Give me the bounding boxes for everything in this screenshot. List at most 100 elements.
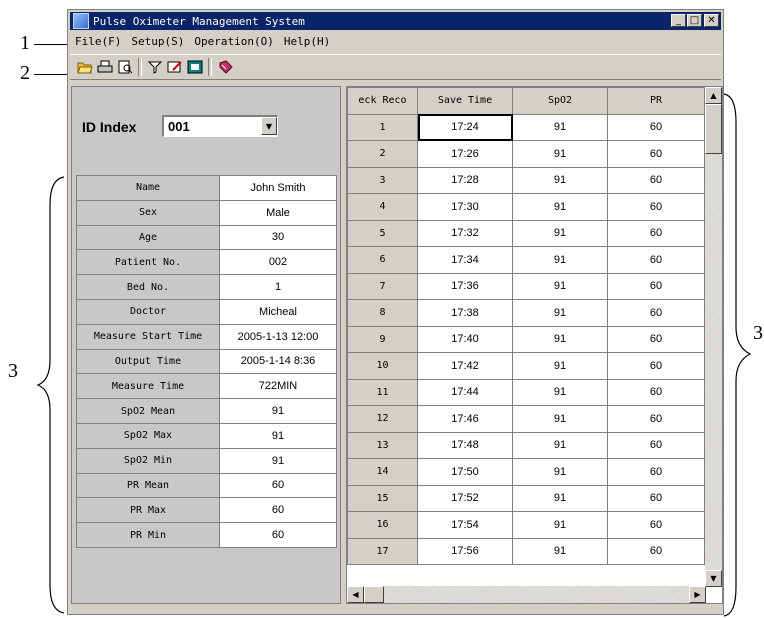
- spo2-cell[interactable]: 91: [512, 193, 608, 221]
- chevron-down-icon[interactable]: ▼: [261, 117, 277, 135]
- pr-cell[interactable]: 60: [607, 140, 705, 168]
- id-index-select[interactable]: 001 ▼: [162, 115, 278, 137]
- menu-file[interactable]: File(F): [70, 35, 126, 48]
- spo2-cell[interactable]: 91: [512, 458, 608, 486]
- save-time-cell[interactable]: 17:38: [417, 299, 513, 327]
- save-time-cell[interactable]: 17:52: [417, 484, 513, 512]
- pr-cell[interactable]: 60: [607, 166, 705, 194]
- row-number[interactable]: 15: [347, 484, 418, 512]
- spo2-cell[interactable]: 91: [512, 219, 608, 247]
- scroll-thumb[interactable]: [705, 104, 722, 154]
- spo2-cell[interactable]: 91: [512, 537, 608, 565]
- table-row[interactable]: 6 17:34 91 60: [347, 246, 705, 274]
- table-row[interactable]: 17 17:56 91 60: [347, 537, 705, 565]
- book-icon[interactable]: [216, 58, 234, 76]
- pr-cell[interactable]: 60: [607, 325, 705, 353]
- close-button[interactable]: ✕: [704, 14, 719, 27]
- pr-cell[interactable]: 60: [607, 537, 705, 565]
- table-row[interactable]: 14 17:50 91 60: [347, 458, 705, 486]
- maximize-button[interactable]: □: [687, 14, 702, 27]
- pr-cell[interactable]: 60: [607, 405, 705, 433]
- table-row[interactable]: 1 17:24 91 60: [347, 113, 705, 141]
- table-row[interactable]: 8 17:38 91 60: [347, 299, 705, 327]
- row-number[interactable]: 8: [347, 299, 418, 327]
- pr-cell[interactable]: 60: [607, 484, 705, 512]
- table-row[interactable]: 3 17:28 91 60: [347, 166, 705, 194]
- pr-cell[interactable]: 60: [607, 378, 705, 406]
- pr-cell[interactable]: 60: [607, 193, 705, 221]
- scroll-up-icon[interactable]: ▲: [705, 87, 722, 104]
- spo2-cell[interactable]: 91: [512, 166, 608, 194]
- spo2-cell[interactable]: 91: [512, 431, 608, 459]
- row-number[interactable]: 7: [347, 272, 418, 300]
- save-time-cell[interactable]: 17:42: [417, 352, 513, 380]
- print-icon[interactable]: [96, 58, 114, 76]
- edit-icon[interactable]: [166, 58, 184, 76]
- spo2-cell[interactable]: 91: [512, 405, 608, 433]
- pr-cell[interactable]: 60: [607, 352, 705, 380]
- table-row[interactable]: 2 17:26 91 60: [347, 140, 705, 168]
- save-time-cell[interactable]: 17:26: [417, 140, 513, 168]
- row-number[interactable]: 9: [347, 325, 418, 353]
- vertical-scrollbar[interactable]: ▲ ▼: [705, 87, 722, 587]
- row-number[interactable]: 16: [347, 511, 418, 539]
- table-row[interactable]: 13 17:48 91 60: [347, 431, 705, 459]
- save-time-cell[interactable]: 17:54: [417, 511, 513, 539]
- spo2-cell[interactable]: 91: [512, 299, 608, 327]
- save-time-cell[interactable]: 17:34: [417, 246, 513, 274]
- save-time-cell[interactable]: 17:48: [417, 431, 513, 459]
- row-number[interactable]: 2: [347, 140, 418, 168]
- spo2-cell[interactable]: 91: [512, 378, 608, 406]
- row-number[interactable]: 12: [347, 405, 418, 433]
- save-time-cell[interactable]: 17:44: [417, 378, 513, 406]
- save-time-cell[interactable]: 17:32: [417, 219, 513, 247]
- column-header-record[interactable]: eck Reco: [347, 87, 418, 115]
- pr-cell[interactable]: 60: [607, 246, 705, 274]
- save-time-cell[interactable]: 17:50: [417, 458, 513, 486]
- row-number[interactable]: 3: [347, 166, 418, 194]
- print-preview-icon[interactable]: [116, 58, 134, 76]
- row-number[interactable]: 11: [347, 378, 418, 406]
- row-number[interactable]: 5: [347, 219, 418, 247]
- pr-cell[interactable]: 60: [607, 431, 705, 459]
- spo2-cell[interactable]: 91: [512, 511, 608, 539]
- menu-setup[interactable]: Setup(S): [126, 35, 189, 48]
- save-time-cell[interactable]: 17:28: [417, 166, 513, 194]
- save-time-cell[interactable]: 17:40: [417, 325, 513, 353]
- row-number[interactable]: 10: [347, 352, 418, 380]
- table-row[interactable]: 7 17:36 91 60: [347, 272, 705, 300]
- table-row[interactable]: 4 17:30 91 60: [347, 193, 705, 221]
- spo2-cell[interactable]: 91: [512, 246, 608, 274]
- table-row[interactable]: 12 17:46 91 60: [347, 405, 705, 433]
- table-row[interactable]: 9 17:40 91 60: [347, 325, 705, 353]
- save-time-cell[interactable]: 17:24: [417, 113, 513, 141]
- table-row[interactable]: 10 17:42 91 60: [347, 352, 705, 380]
- minimize-button[interactable]: _: [671, 14, 686, 27]
- menu-operation[interactable]: Operation(O): [189, 35, 278, 48]
- record-icon[interactable]: [186, 58, 204, 76]
- column-header-pr[interactable]: PR: [607, 87, 705, 115]
- spo2-cell[interactable]: 91: [512, 325, 608, 353]
- save-time-cell[interactable]: 17:36: [417, 272, 513, 300]
- column-header-save-time[interactable]: Save Time: [417, 87, 513, 115]
- row-number[interactable]: 4: [347, 193, 418, 221]
- row-number[interactable]: 17: [347, 537, 418, 565]
- open-icon[interactable]: [76, 58, 94, 76]
- save-time-cell[interactable]: 17:56: [417, 537, 513, 565]
- row-number[interactable]: 13: [347, 431, 418, 459]
- table-row[interactable]: 5 17:32 91 60: [347, 219, 705, 247]
- pr-cell[interactable]: 60: [607, 299, 705, 327]
- pr-cell[interactable]: 60: [607, 113, 705, 141]
- table-row[interactable]: 15 17:52 91 60: [347, 484, 705, 512]
- table-row[interactable]: 11 17:44 91 60: [347, 378, 705, 406]
- pr-cell[interactable]: 60: [607, 219, 705, 247]
- spo2-cell[interactable]: 91: [512, 272, 608, 300]
- table-row[interactable]: 16 17:54 91 60: [347, 511, 705, 539]
- pr-cell[interactable]: 60: [607, 511, 705, 539]
- save-time-cell[interactable]: 17:30: [417, 193, 513, 221]
- column-header-spo2[interactable]: SpO2: [512, 87, 608, 115]
- row-number[interactable]: 14: [347, 458, 418, 486]
- spo2-cell[interactable]: 91: [512, 113, 608, 141]
- row-number[interactable]: 1: [347, 113, 418, 141]
- filter-icon[interactable]: [146, 58, 164, 76]
